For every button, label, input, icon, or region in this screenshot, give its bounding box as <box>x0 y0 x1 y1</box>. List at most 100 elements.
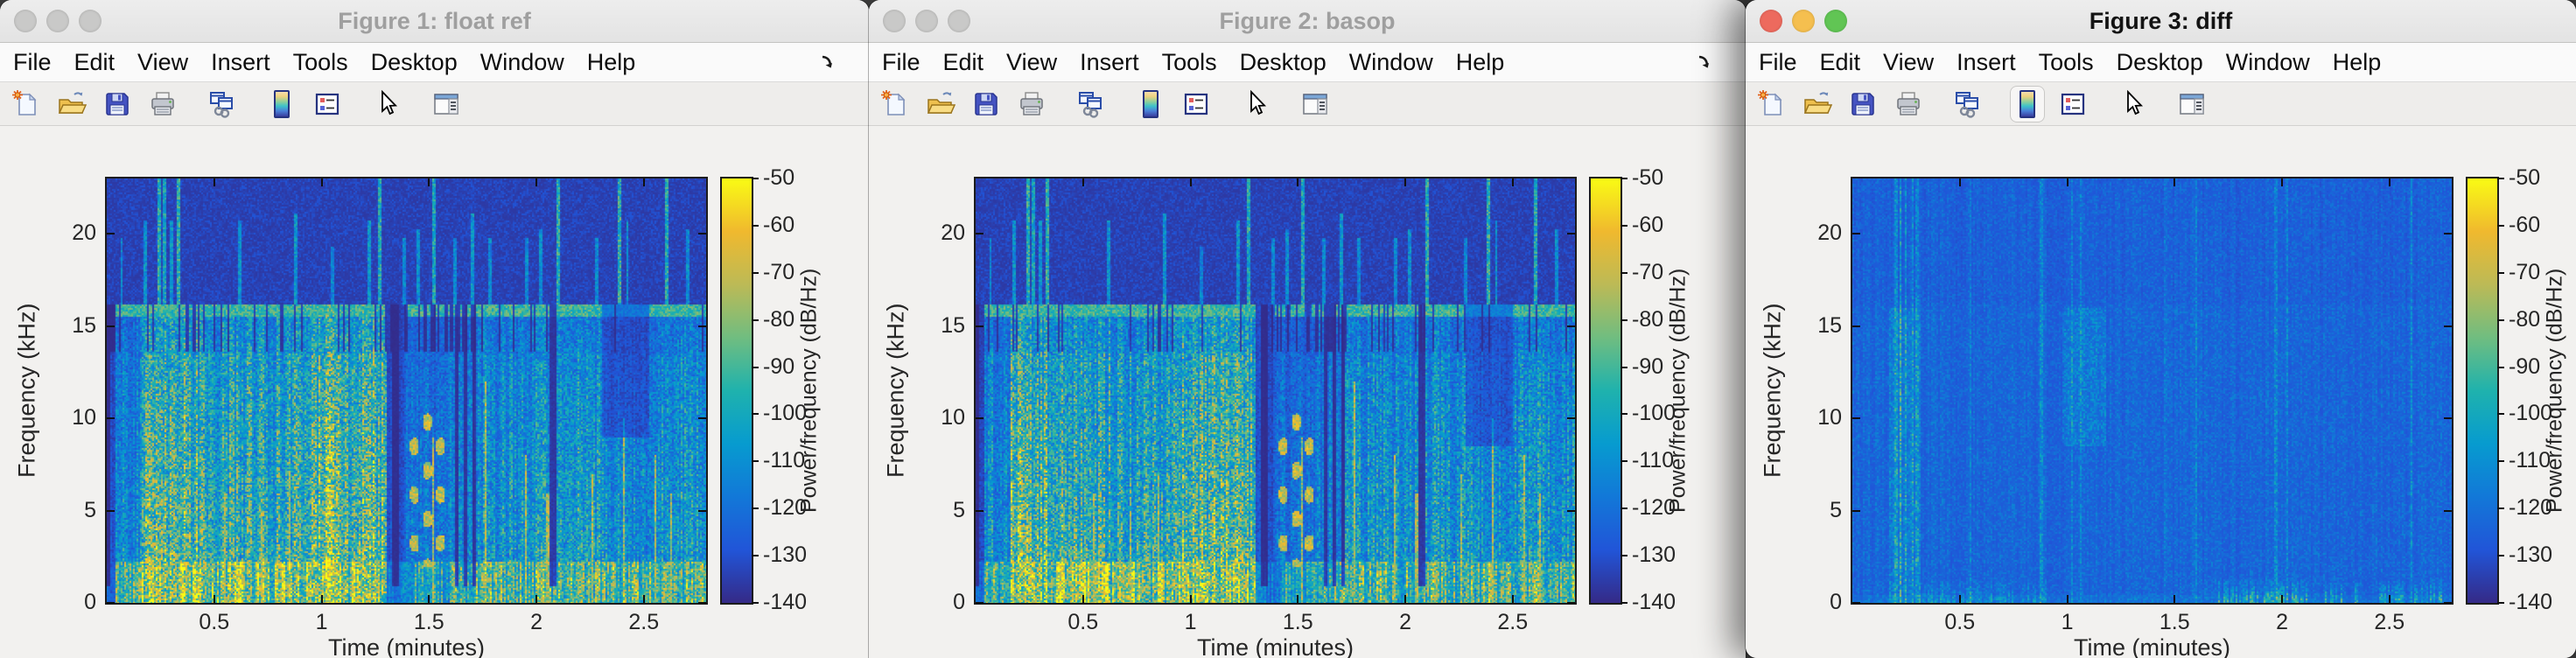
menu-help[interactable]: Help <box>1445 49 1516 76</box>
plot-tools-icon[interactable] <box>429 86 464 122</box>
plot-area <box>1851 177 2454 605</box>
x-tick-mark <box>536 178 537 186</box>
plot-tools-icon[interactable] <box>2174 86 2209 122</box>
menu-help[interactable]: Help <box>576 49 648 76</box>
menu-edit[interactable]: Edit <box>932 49 996 76</box>
insert-legend-icon[interactable] <box>2055 86 2090 122</box>
menu-view[interactable]: View <box>126 49 200 76</box>
open-file-icon[interactable] <box>1800 86 1835 122</box>
menu-overflow-arrow-icon[interactable] <box>818 51 841 74</box>
insert-legend-icon[interactable] <box>1179 86 1214 122</box>
menu-insert[interactable]: Insert <box>1945 49 2027 76</box>
insert-colorbar-icon[interactable] <box>2010 86 2045 122</box>
x-tick-label: 2.5 <box>1478 610 1548 635</box>
figure-canvas-area: Frequency (kHz)051015200.511.522.5Time (… <box>869 126 1746 658</box>
titlebar[interactable]: Figure 3: diff <box>1746 0 2576 43</box>
y-tick-mark <box>976 326 984 327</box>
y-tick-mark <box>107 233 115 234</box>
menu-file[interactable]: File <box>1747 49 1809 76</box>
colorbar-tick-mark <box>2497 319 2504 321</box>
save-figure-icon[interactable] <box>100 86 135 122</box>
new-figure-icon[interactable] <box>1754 86 1789 122</box>
menu-tools[interactable]: Tools <box>1151 49 1228 76</box>
colorbar-tick-mark <box>1620 413 1628 415</box>
menu-edit[interactable]: Edit <box>63 49 127 76</box>
insert-legend-icon[interactable] <box>310 86 345 122</box>
colorbar-tick-mark <box>752 178 759 179</box>
print-figure-icon[interactable] <box>1891 86 1926 122</box>
insert-colorbar-icon[interactable] <box>1133 86 1168 122</box>
open-file-icon[interactable] <box>923 86 958 122</box>
insert-colorbar-icon[interactable] <box>264 86 299 122</box>
y-tick-mark <box>1852 233 1860 234</box>
x-tick-label: 2 <box>501 610 571 635</box>
toolbar <box>869 82 1746 126</box>
link-plot-icon[interactable] <box>205 86 240 122</box>
colorbar-tick-label: -80 <box>763 307 794 332</box>
menu-tools[interactable]: Tools <box>2027 49 2105 76</box>
link-plot-icon[interactable] <box>1950 86 1985 122</box>
plot-tools-icon[interactable] <box>1298 86 1333 122</box>
figure-window-3: Figure 3: diff FileEditViewInsertToolsDes… <box>1746 0 2576 658</box>
x-tick-mark <box>1404 178 1406 186</box>
edit-plot-icon[interactable] <box>369 86 404 122</box>
colorbar-tick-mark <box>1620 272 1628 274</box>
menu-desktop[interactable]: Desktop <box>360 49 469 76</box>
x-tick-label: 0.5 <box>179 610 249 635</box>
save-figure-icon[interactable] <box>969 86 1004 122</box>
menu-overflow-arrow-icon[interactable] <box>1695 51 1718 74</box>
menu-insert[interactable]: Insert <box>200 49 282 76</box>
y-tick-label: 0 <box>1796 590 1842 615</box>
x-tick-label: 1.5 <box>1263 610 1333 635</box>
edit-plot-icon[interactable] <box>2115 86 2150 122</box>
menu-window[interactable]: Window <box>469 49 576 76</box>
figure-window-2: Figure 2: basop FileEditViewInsertToolsDe… <box>869 0 1746 658</box>
figure-window-1: Figure 1: float refFileEditViewInsertToo… <box>0 0 869 658</box>
close-button[interactable] <box>1760 10 1782 32</box>
x-tick-label: 1 <box>1156 610 1226 635</box>
menu-window[interactable]: Window <box>1338 49 1445 76</box>
x-tick-label: 2.5 <box>609 610 679 635</box>
menu-file[interactable]: File <box>871 49 932 76</box>
menu-view[interactable]: View <box>1872 49 1945 76</box>
spectrogram-canvas <box>976 178 1575 603</box>
x-tick-mark <box>1190 595 1192 603</box>
menu-edit[interactable]: Edit <box>1809 49 1872 76</box>
menu-window[interactable]: Window <box>2215 49 2321 76</box>
menu-file[interactable]: File <box>2 49 63 76</box>
menu-view[interactable]: View <box>995 49 1068 76</box>
y-tick-mark <box>1852 602 1860 604</box>
edit-plot-icon[interactable] <box>1238 86 1273 122</box>
spectrogram-canvas <box>1852 178 2452 603</box>
save-figure-icon[interactable] <box>1845 86 1880 122</box>
new-figure-icon[interactable] <box>9 86 44 122</box>
colorbar-tick-label: -90 <box>763 354 794 380</box>
print-figure-icon[interactable] <box>145 86 180 122</box>
y-tick-label: 0 <box>51 590 96 615</box>
colorbar-label: Power/frequency (dB/Hz) <box>794 178 824 603</box>
x-tick-mark <box>643 178 645 186</box>
y-tick-label: 20 <box>51 220 96 246</box>
titlebar[interactable]: Figure 2: basop <box>869 0 1746 43</box>
menubar: FileEditViewInsertToolsDesktopWindowHelp <box>0 43 869 82</box>
titlebar[interactable]: Figure 1: float ref <box>0 0 869 43</box>
menu-tools[interactable]: Tools <box>282 49 360 76</box>
colorbar-tick-mark <box>752 367 759 368</box>
menu-insert[interactable]: Insert <box>1068 49 1151 76</box>
x-tick-label: 0.5 <box>1925 610 1995 635</box>
menu-help[interactable]: Help <box>2321 49 2393 76</box>
menu-desktop[interactable]: Desktop <box>1228 49 1338 76</box>
y-tick-label: 0 <box>920 590 965 615</box>
close-button[interactable] <box>883 10 906 32</box>
open-file-icon[interactable] <box>54 86 89 122</box>
x-axis-label: Time (minutes) <box>1852 634 2452 658</box>
y-axis-label: Frequency (kHz) <box>1758 178 1788 603</box>
x-tick-mark <box>1404 595 1406 603</box>
close-button[interactable] <box>14 10 37 32</box>
menu-desktop[interactable]: Desktop <box>2105 49 2215 76</box>
new-figure-icon[interactable] <box>878 86 913 122</box>
print-figure-icon[interactable] <box>1014 86 1049 122</box>
colorbar-tick-mark <box>752 602 759 604</box>
x-tick-mark <box>321 178 323 186</box>
link-plot-icon[interactable] <box>1074 86 1109 122</box>
